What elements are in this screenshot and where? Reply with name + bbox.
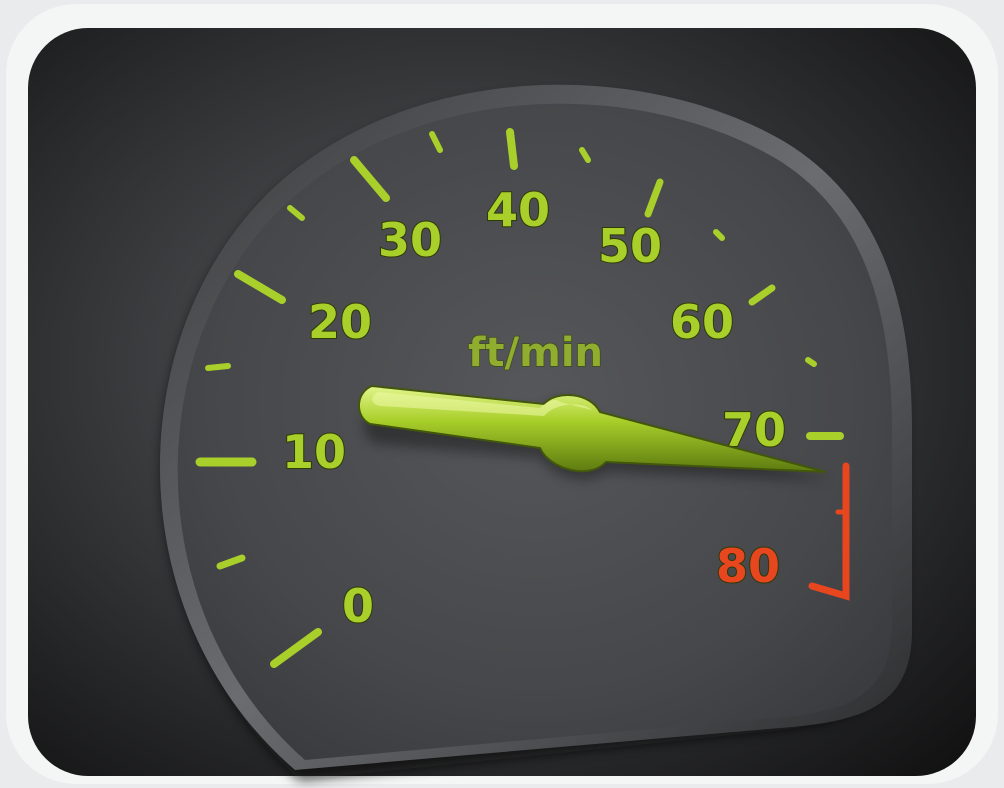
scale-label-60: 60 [670,295,734,349]
scale-label-20: 20 [308,295,372,349]
scale-label-30: 30 [378,213,442,267]
scale-label-0: 0 [342,579,374,633]
tick-mark-3 [205,363,231,371]
tick-mark-13 [805,357,817,367]
scale-label-50: 50 [598,219,662,273]
scale-label-40: 40 [486,183,550,237]
scale-label-10: 10 [282,425,346,479]
speed-gauge-image: 0 10 20 30 40 50 60 70 80 ft/min [6,4,998,784]
unit-label: ft/min [468,330,603,376]
tick-mark-8 [506,128,518,170]
tick-mark-11 [713,229,725,241]
redline-label-80: 80 [716,539,780,593]
